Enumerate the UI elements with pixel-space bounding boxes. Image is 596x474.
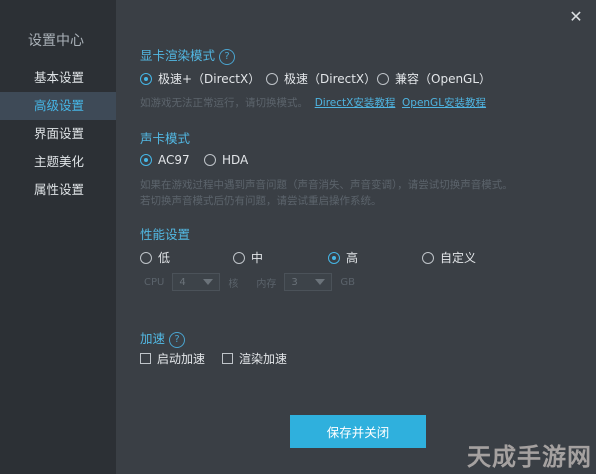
memory-select[interactable]: 3 bbox=[284, 273, 333, 291]
sound-option-0[interactable]: AC97 bbox=[140, 153, 190, 167]
perf-option-low[interactable]: 低 bbox=[140, 249, 170, 266]
render-option-0[interactable]: 极速+（DirectX） bbox=[140, 70, 260, 87]
main-panel: 显卡渲染模式? 极速+（DirectX） 极速（DirectX） 兼容（Open… bbox=[140, 0, 596, 474]
opengl-tutorial-link[interactable]: OpenGL安装教程 bbox=[402, 97, 486, 109]
sidebar-item-interface[interactable]: 界面设置 bbox=[0, 120, 116, 148]
sidebar-item-advanced[interactable]: 高级设置 bbox=[0, 92, 116, 120]
radio-icon[interactable] bbox=[422, 251, 434, 264]
sidebar-item-theme[interactable]: 主题美化 bbox=[0, 148, 116, 176]
boot-acceleration-checkbox[interactable]: 启动加速 bbox=[140, 350, 205, 367]
perf-option-custom[interactable]: 自定义 bbox=[422, 249, 476, 266]
perf-option-high[interactable]: 高 bbox=[328, 249, 358, 266]
radio-icon[interactable] bbox=[266, 72, 278, 85]
sound-hint-1: 如果在游戏过程中遇到声音问题（声音消失、声音变调），请尝试切换声音模式。 bbox=[140, 179, 513, 191]
render-mode-title: 显卡渲染模式? bbox=[140, 45, 236, 65]
radio-icon[interactable] bbox=[233, 251, 245, 264]
radio-icon[interactable] bbox=[204, 154, 216, 166]
chevron-down-icon bbox=[203, 279, 214, 285]
custom-resources-row: CPU 4 核 内存 3 GB bbox=[144, 273, 355, 291]
directx-tutorial-link[interactable]: DirectX安装教程 bbox=[315, 97, 396, 109]
checkbox-icon[interactable] bbox=[140, 353, 151, 364]
chevron-down-icon bbox=[315, 279, 326, 285]
watermark-logo: 天成手游网 bbox=[467, 442, 592, 471]
sidebar-title: 设置中心 bbox=[28, 33, 84, 49]
radio-icon[interactable] bbox=[377, 72, 389, 85]
acceleration-title: 加速? bbox=[140, 328, 186, 348]
performance-title: 性能设置 bbox=[140, 227, 191, 242]
help-icon[interactable]: ? bbox=[169, 332, 186, 348]
radio-selected-icon[interactable] bbox=[140, 72, 152, 85]
cpu-select[interactable]: 4 bbox=[172, 273, 221, 291]
save-and-close-button[interactable]: 保存并关闭 bbox=[290, 415, 426, 448]
sound-hint-2: 若切换声音模式后仍有问题，请尝试重启操作系统。 bbox=[140, 195, 382, 207]
checkbox-icon[interactable] bbox=[222, 353, 233, 364]
radio-icon[interactable] bbox=[140, 251, 152, 264]
radio-selected-icon[interactable] bbox=[140, 154, 152, 166]
perf-option-medium[interactable]: 中 bbox=[233, 249, 263, 266]
help-icon[interactable]: ? bbox=[219, 49, 236, 65]
render-hint: 如游戏无法正常运行，请切换模式。 DirectX安装教程 OpenGL安装教程 bbox=[140, 97, 487, 109]
sidebar: 设置中心 基本设置 高级设置 界面设置 主题美化 属性设置 bbox=[0, 0, 116, 474]
render-option-2[interactable]: 兼容（OpenGL） bbox=[377, 70, 491, 87]
settings-window: 设置中心 基本设置 高级设置 界面设置 主题美化 属性设置 ✕ 显卡渲染模式? … bbox=[0, 0, 596, 474]
sidebar-item-basic[interactable]: 基本设置 bbox=[0, 64, 116, 92]
sidebar-nav: 基本设置 高级设置 界面设置 主题美化 属性设置 bbox=[0, 64, 116, 204]
radio-selected-icon[interactable] bbox=[328, 251, 340, 264]
sound-option-1[interactable]: HDA bbox=[204, 153, 248, 167]
render-acceleration-checkbox[interactable]: 渲染加速 bbox=[222, 350, 287, 367]
sidebar-item-properties[interactable]: 属性设置 bbox=[0, 176, 116, 204]
sound-mode-title: 声卡模式 bbox=[140, 131, 191, 146]
render-option-1[interactable]: 极速（DirectX） bbox=[266, 70, 376, 87]
